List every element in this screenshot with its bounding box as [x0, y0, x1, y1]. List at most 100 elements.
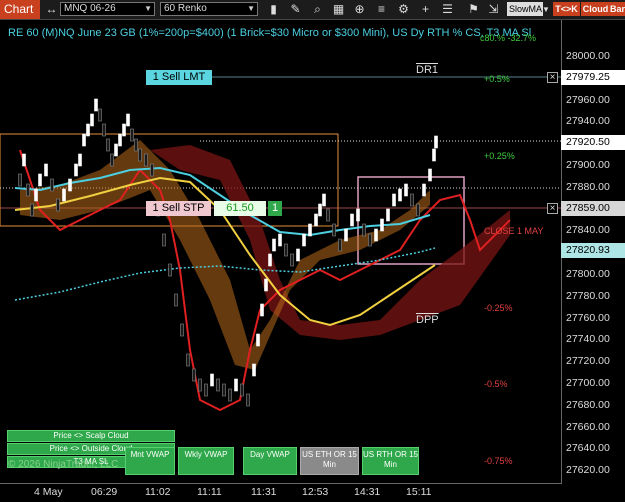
level-label-dr1: DR1 — [416, 64, 439, 76]
renko-brick — [180, 323, 184, 337]
price-marker-last: 27920.50 — [561, 135, 625, 150]
y-tick: 28000.00 — [566, 50, 610, 62]
renko-brick — [126, 113, 130, 127]
renko-brick — [110, 153, 114, 167]
wkly-vwap-button[interactable]: Wkly VWAP — [178, 447, 234, 475]
instrument-select[interactable]: MNQ 06-26 ▼ — [60, 2, 155, 16]
mnt-vwap-button[interactable]: Mnt VWAP — [125, 447, 175, 475]
renko-brick — [174, 293, 178, 307]
renko-brick — [50, 178, 54, 192]
renko-brick — [332, 223, 336, 237]
renko-brick — [186, 353, 190, 367]
renko-brick — [432, 148, 436, 162]
properties-icon[interactable]: ⚑ — [466, 2, 481, 17]
renko-brick — [386, 208, 390, 222]
renko-brick — [278, 233, 282, 247]
day-vwap-button[interactable]: Day VWAP — [243, 447, 297, 475]
tick-toggle-button[interactable]: T<>K — [553, 2, 580, 16]
y-tick: 27620.00 — [566, 464, 610, 477]
us-eth-or-button[interactable]: US ETH OR 15 Min — [300, 447, 359, 475]
renko-brick — [62, 188, 66, 202]
close-icon[interactable]: × — [547, 72, 558, 83]
y-tick: 27720.00 — [566, 355, 610, 368]
expand-icon[interactable]: ⇲ — [486, 2, 501, 17]
pencil-icon[interactable]: ✎ — [288, 2, 303, 17]
renko-brick — [422, 183, 426, 197]
renko-brick — [198, 378, 202, 392]
renko-brick — [410, 193, 414, 207]
list-icon[interactable]: ≡ — [374, 2, 389, 17]
chart-tab[interactable]: Chart — [0, 0, 40, 19]
renko-brick — [246, 393, 250, 407]
renko-brick — [192, 368, 196, 382]
renko-brick — [94, 98, 98, 112]
template-icon[interactable]: ☰ — [440, 2, 455, 17]
x-axis — [0, 483, 562, 484]
renko-brick — [114, 143, 118, 157]
instrument-value: MNQ 06-26 — [64, 3, 116, 14]
grid-icon[interactable]: ▦ — [331, 2, 346, 17]
y-tick: 27900.00 — [566, 159, 610, 171]
renko-brick — [314, 213, 318, 227]
renko-brick — [392, 193, 396, 207]
close-icon[interactable]: × — [547, 203, 558, 214]
renko-brick — [18, 173, 22, 187]
renko-brick — [34, 188, 38, 202]
x-tick: 11:31 — [251, 486, 277, 498]
renko-brick — [322, 193, 326, 207]
x-tick: 06:29 — [91, 486, 118, 498]
y-tick: 27840.00 — [566, 224, 610, 237]
percent-label: -0.5% — [484, 379, 508, 389]
renko-brick — [240, 383, 244, 397]
price-chart[interactable] — [0, 20, 561, 483]
renko-brick — [130, 128, 134, 142]
bar-toggle-button[interactable]: Bar — [610, 2, 625, 16]
renko-brick — [30, 203, 34, 217]
chevron-down-icon[interactable]: ▼ — [541, 2, 551, 17]
price-marker-sell-lmt: 27979.25 — [561, 70, 625, 85]
us-rth-or-button[interactable]: US RTH OR 15 Min — [362, 447, 419, 475]
percent-summary: c80.% -32.7% — [480, 33, 537, 43]
renko-brick — [56, 198, 60, 212]
price-marker-ma: 27820.93 — [561, 243, 625, 258]
renko-brick — [338, 238, 342, 252]
plus-icon[interactable]: + — [418, 2, 433, 17]
renko-brick — [118, 133, 122, 147]
x-tick: 15:11 — [406, 486, 432, 498]
y-tick: 27640.00 — [566, 442, 610, 455]
zoom-icon[interactable]: ⌕ — [310, 2, 325, 17]
renko-brick — [106, 138, 110, 152]
renko-brick — [204, 383, 208, 397]
bar-type-select[interactable]: 60 Renko ▼ — [160, 2, 258, 16]
y-tick: 27760.00 — [566, 311, 610, 324]
renko-brick — [82, 133, 86, 147]
renko-brick — [326, 208, 330, 222]
renko-brick — [404, 183, 408, 197]
renko-brick — [416, 203, 420, 217]
cursor-icon[interactable]: ⊕ — [352, 2, 367, 17]
cloud-toggle-button[interactable]: Cloud — [581, 2, 610, 16]
stp-pnl: 61.50 — [214, 201, 266, 216]
percent-label: -0.25% — [484, 303, 513, 313]
chevron-down-icon: ▼ — [144, 4, 152, 13]
strategy-icon[interactable]: ⚙ — [396, 2, 411, 17]
sell-lmt-order[interactable]: 1 Sell LMT — [146, 70, 212, 85]
indicator-value: SlowMA — [509, 4, 543, 14]
arrow-icon[interactable]: ↔ — [44, 2, 59, 17]
scalp-cloud-button[interactable]: Price <> Scalp Cloud — [7, 430, 175, 442]
sell-stp-order[interactable]: 1 Sell STP — [146, 201, 211, 216]
renko-brick — [144, 153, 148, 167]
renko-brick — [86, 123, 90, 137]
renko-brick — [302, 233, 306, 247]
chart-title: RE 60 (M)NQ June 23 GB (1%=200p=$400) (1… — [8, 27, 532, 39]
renko-brick — [308, 223, 312, 237]
copyright-watermark: © 2026 NinjaTrader, LLC — [8, 459, 119, 470]
y-tick: 27780.00 — [566, 289, 610, 302]
renko-brick — [22, 153, 26, 167]
percent-label: -0.75% — [484, 456, 513, 466]
renko-brick — [268, 253, 272, 267]
stp-quantity[interactable]: 1 — [268, 201, 282, 216]
indicator-select[interactable]: SlowMA — [507, 2, 543, 16]
bars-icon[interactable]: ▮ — [266, 2, 281, 17]
renko-brick — [356, 208, 360, 222]
